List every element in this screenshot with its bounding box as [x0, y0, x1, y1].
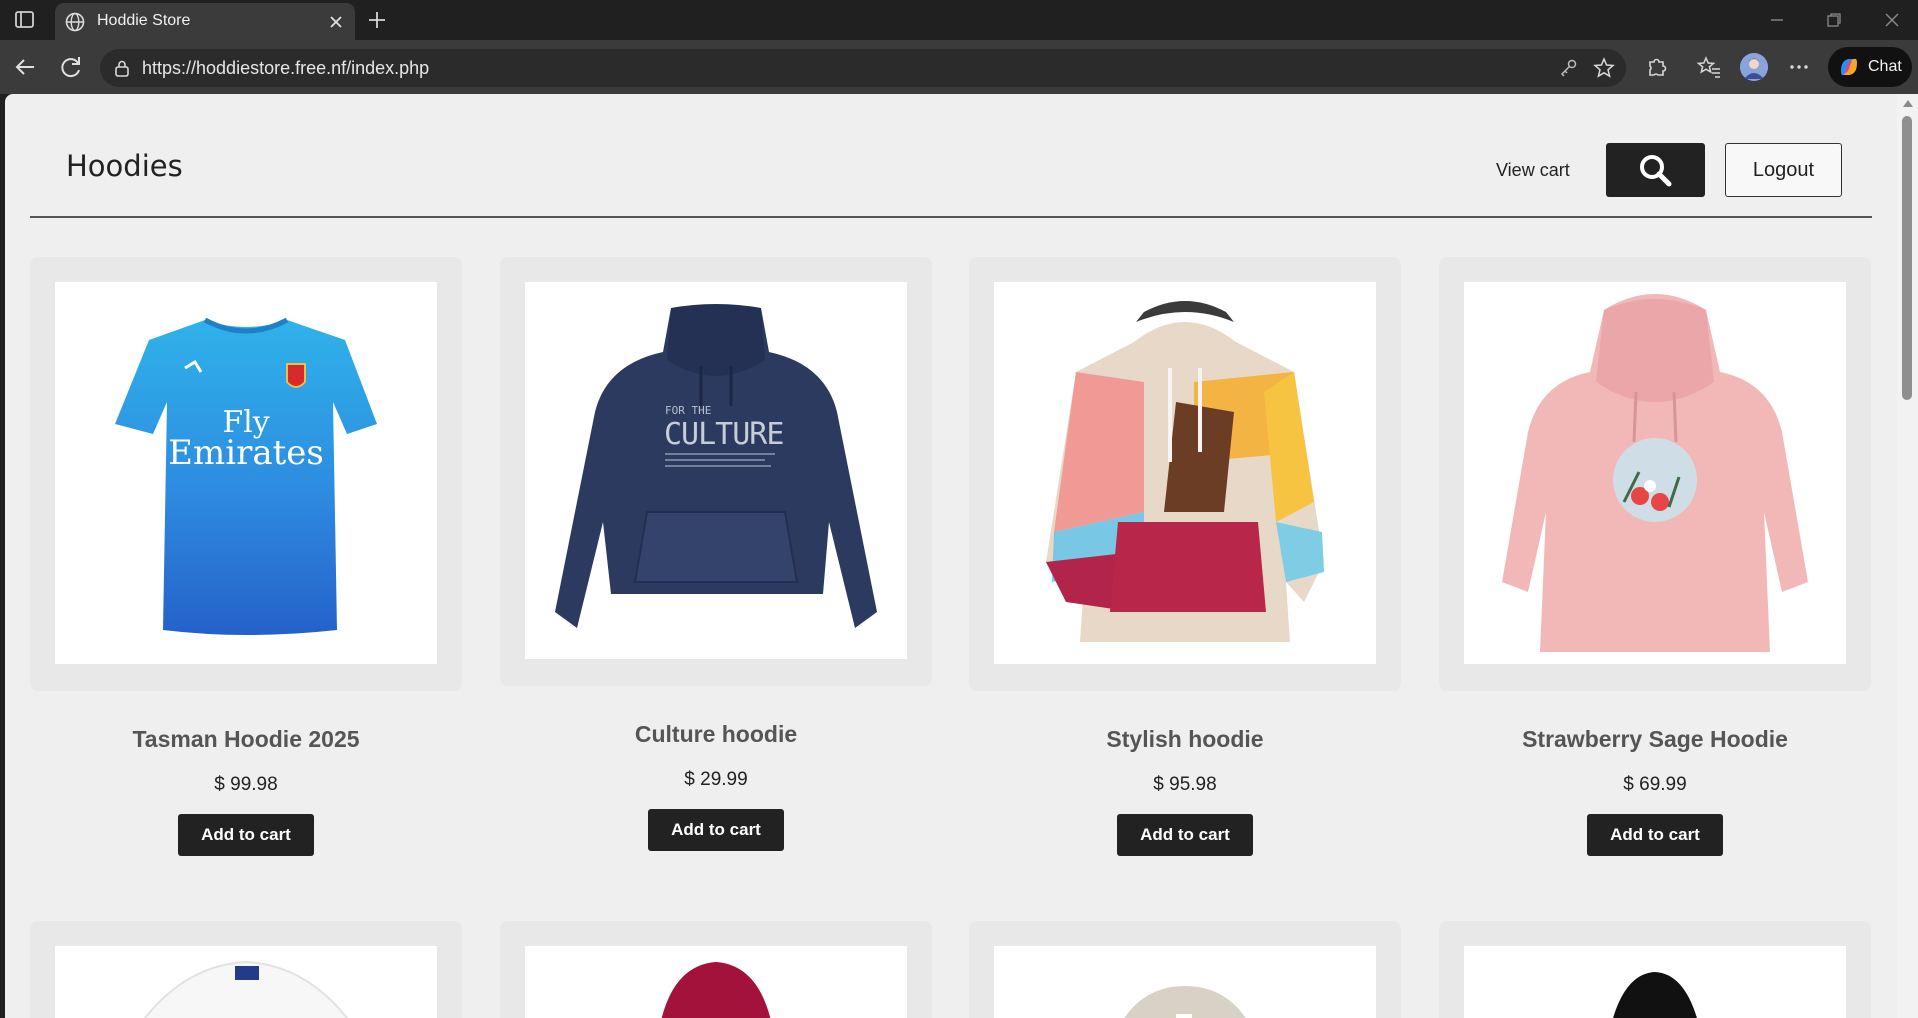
star-icon[interactable] [1592, 56, 1616, 80]
tab-bar: Hoddie Store [0, 0, 1918, 40]
globe-icon [64, 11, 86, 33]
shirt-sponsor-line2: Emirates [168, 433, 324, 473]
hoodie-print-line2: CULTURE [664, 417, 783, 452]
copilot-chat-button[interactable]: Chat [1828, 47, 1912, 87]
key-icon[interactable] [1558, 57, 1580, 79]
product-image[interactable] [525, 946, 907, 1018]
product-image[interactable] [55, 946, 437, 1018]
address-bar[interactable]: https://hoddiestore.free.nf/index.php [100, 49, 1626, 87]
hoodie-print-line1: FOR THE [665, 404, 711, 417]
site-header: Hoodies View cart Logout [30, 94, 1872, 218]
arrow-left-icon[interactable] [10, 52, 40, 82]
logout-button[interactable]: Logout [1725, 143, 1842, 197]
product-image-card: Fly Emirates [30, 257, 462, 691]
chat-label: Chat [1868, 58, 1902, 75]
tab-title: Hoddie Store [97, 12, 191, 29]
favorites-icon[interactable] [1696, 54, 1722, 80]
lock-icon[interactable] [112, 58, 132, 78]
red-hoodie-image [661, 962, 771, 1018]
product-image[interactable] [994, 282, 1376, 664]
copilot-icon [1838, 56, 1860, 78]
product-name[interactable]: Culture hoodie [500, 721, 932, 748]
football-shirt-image: Fly Emirates [115, 317, 377, 635]
add-to-cart-button[interactable]: Add to cart [1117, 814, 1253, 856]
product-name[interactable]: Stylish hoodie [969, 726, 1401, 753]
product-image-card [969, 921, 1401, 1018]
new-tab-icon[interactable] [365, 8, 389, 32]
product-image[interactable] [1464, 946, 1846, 1018]
black-hoodie-image [1613, 972, 1697, 1018]
add-to-cart-button[interactable]: Add to cart [648, 809, 784, 851]
browser-tab[interactable]: Hoddie Store [55, 3, 355, 40]
sidebar-toggle-icon[interactable] [12, 8, 38, 32]
ellipsis-icon[interactable] [1786, 54, 1812, 80]
scroll-up-icon[interactable] [1903, 100, 1913, 107]
add-to-cart-button[interactable]: Add to cart [178, 814, 314, 856]
close-tab-icon[interactable] [326, 12, 346, 32]
navy-hoodie-image: FOR THE CULTURE [555, 304, 877, 628]
product-price: $ 29.99 [684, 769, 748, 790]
profile-avatar[interactable] [1740, 53, 1768, 81]
product-image-card [500, 921, 932, 1018]
restore-icon[interactable] [1822, 8, 1846, 32]
browser-toolbar: https://hoddiestore.free.nf/index.php Ch… [0, 40, 1918, 94]
white-hoodie-image [143, 960, 349, 1018]
add-to-cart-button[interactable]: Add to cart [1587, 814, 1723, 856]
search-icon [1640, 155, 1672, 187]
product-price: $ 95.98 [1153, 774, 1217, 795]
product-image[interactable] [1464, 282, 1846, 664]
product-image[interactable]: FOR THE CULTURE [525, 282, 907, 659]
product-price: $ 99.98 [214, 774, 278, 795]
search-button[interactable] [1606, 143, 1705, 197]
product-price: $ 69.99 [1623, 774, 1687, 795]
product-image-card [969, 257, 1401, 691]
product-image-card: FOR THE CULTURE [500, 257, 932, 686]
url-text[interactable]: https://hoddiestore.free.nf/index.php [142, 58, 429, 79]
product-image-card [30, 921, 462, 1018]
refresh-icon[interactable] [56, 52, 86, 82]
product-image[interactable]: Fly Emirates [55, 282, 437, 664]
product-name[interactable]: Strawberry Sage Hoodie [1439, 726, 1871, 753]
product-image[interactable] [994, 946, 1376, 1018]
puzzle-icon[interactable] [1644, 54, 1670, 80]
beige-hoodie-image [1124, 986, 1246, 1018]
product-image-card [1439, 921, 1871, 1018]
view-cart-link[interactable]: View cart [1496, 160, 1570, 181]
page-scrollbar[interactable] [1897, 94, 1918, 1018]
pink-hoodie-image [1502, 294, 1808, 652]
page-title: Hoodies [66, 149, 183, 183]
product-image-card [1439, 257, 1871, 691]
product-name[interactable]: Tasman Hoodie 2025 [30, 726, 462, 753]
close-window-icon[interactable] [1880, 8, 1904, 32]
minimize-icon[interactable] [1765, 8, 1789, 32]
page-viewport: Hoodies View cart Logout Fly Emirates Ta… [5, 94, 1897, 1018]
scrollbar-thumb[interactable] [1902, 116, 1912, 400]
colorblock-hoodie-image [1046, 301, 1324, 642]
